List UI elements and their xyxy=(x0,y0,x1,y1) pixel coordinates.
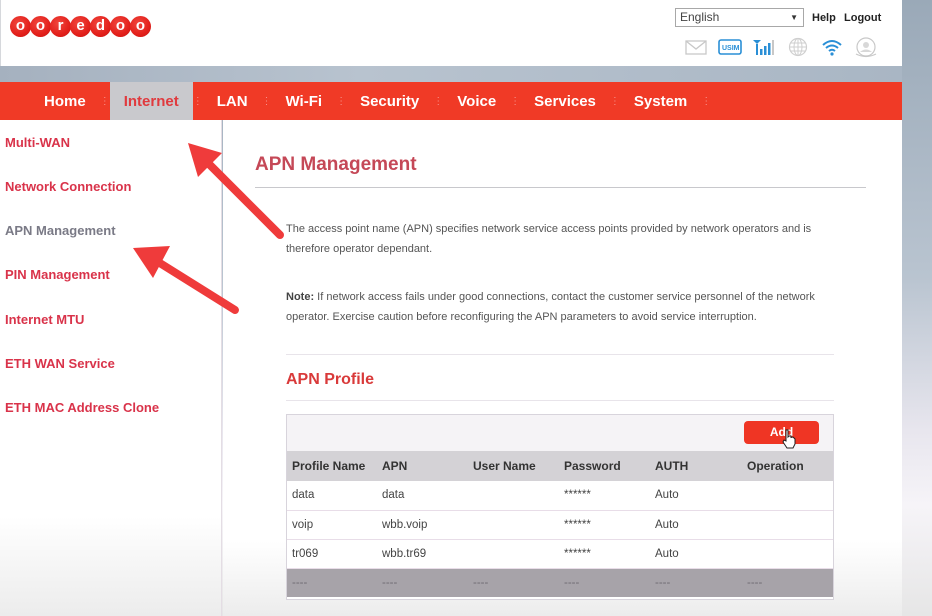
table-row: voip wbb.voip ****** Auto xyxy=(287,510,833,540)
nav-separator: ⋮ xyxy=(433,95,444,107)
table-cell xyxy=(468,539,559,569)
ooredoo-logo: ooredoo xyxy=(10,16,151,37)
usim-icon[interactable]: USIM xyxy=(713,36,747,58)
table-cell: voip xyxy=(287,510,377,540)
nav-separator: ⋮ xyxy=(510,95,521,107)
mail-icon[interactable] xyxy=(679,36,713,58)
table-cell xyxy=(742,510,833,540)
table-cell: wbb.voip xyxy=(377,510,468,540)
logout-link[interactable]: Logout xyxy=(844,12,881,24)
note-body: If network access fails under good conne… xyxy=(286,291,815,323)
logo-letter: o xyxy=(130,16,151,37)
logo-letter: o xyxy=(30,16,51,37)
table-body: data data ****** Auto voip wbb.voip ****** Auto… xyxy=(287,481,833,597)
column-header-profile-name: Profile Name xyxy=(287,451,377,481)
main-nav: Home ⋮ Internet ⋮ LAN ⋮ Wi-Fi ⋮ Security ⋮ Voice ⋮ S… xyxy=(0,82,902,120)
table-cell: Auto xyxy=(650,481,742,511)
sidebar-item-network-connection[interactable]: Network Connection xyxy=(5,179,131,194)
table-row-empty: ---- ---- ---- ---- ---- ---- xyxy=(287,568,833,597)
column-header-user-name: User Name xyxy=(468,451,559,481)
nav-tab-wi-fi[interactable]: Wi-Fi xyxy=(272,82,337,120)
nav-tab-security[interactable]: Security xyxy=(346,82,433,120)
main-content: APN Management The access point name (AP… xyxy=(223,120,902,616)
router-admin-page: ooredoo English ▼ Help Logout USIM Home … xyxy=(0,0,902,616)
globe-icon[interactable] xyxy=(781,36,815,58)
sidebar-item-pin-management[interactable]: PIN Management xyxy=(5,267,110,282)
note-text: Note: If network access fails under good… xyxy=(286,287,846,327)
status-icons: USIM xyxy=(679,36,883,58)
table-cell: Auto xyxy=(650,510,742,540)
table-cell xyxy=(742,539,833,569)
table-cell: ---- xyxy=(468,568,559,597)
table-cell: ---- xyxy=(742,568,833,597)
table-cell: wbb.tr69 xyxy=(377,539,468,569)
table-cell: ****** xyxy=(559,539,650,569)
sidebar-item-apn-management[interactable]: APN Management xyxy=(5,223,116,238)
user-icon[interactable] xyxy=(849,36,883,58)
table-cell: ---- xyxy=(559,568,650,597)
title-divider xyxy=(255,187,866,188)
table-cell: ---- xyxy=(650,568,742,597)
wifi-icon[interactable] xyxy=(815,36,849,58)
description-text: The access point name (APN) specifies ne… xyxy=(286,223,812,255)
hand-cursor-icon xyxy=(782,429,796,449)
table-cell: Auto xyxy=(650,539,742,569)
note-label: Note: xyxy=(286,291,315,303)
table-cell: ---- xyxy=(287,568,377,597)
apn-profile-table-container: Add Profile Name APN User Name Password AUTH… xyxy=(286,414,834,600)
nav-separator: ⋮ xyxy=(609,95,620,107)
logo-letter: o xyxy=(110,16,131,37)
table-toolbar: Add xyxy=(287,415,833,451)
section-divider xyxy=(286,400,834,401)
sidebar-item-multi-wan[interactable]: Multi-WAN xyxy=(5,135,70,150)
apn-profile-title: APN Profile xyxy=(286,371,375,388)
nav-separator: ⋮ xyxy=(99,95,110,107)
table-row: tr069 wbb.tr69 ****** Auto xyxy=(287,539,833,569)
nav-tab-lan[interactable]: LAN xyxy=(203,82,262,120)
column-header-auth: AUTH xyxy=(650,451,742,481)
sidebar-item-eth-wan-service[interactable]: ETH WAN Service xyxy=(5,356,115,371)
table-cell xyxy=(742,481,833,511)
sidebar-item-eth-mac-address-clone[interactable]: ETH MAC Address Clone xyxy=(5,400,159,415)
header-decoration xyxy=(0,66,902,82)
chevron-down-icon: ▼ xyxy=(790,13,798,22)
column-header-apn: APN xyxy=(377,451,468,481)
nav-separator: ⋮ xyxy=(336,95,347,107)
sidebar-item-internet-mtu[interactable]: Internet MTU xyxy=(5,312,84,327)
help-link[interactable]: Help xyxy=(812,12,836,24)
table-cell: data xyxy=(377,481,468,511)
table-cell: ---- xyxy=(377,568,468,597)
signal-icon[interactable] xyxy=(747,36,781,58)
nav-separator: ⋮ xyxy=(261,95,272,107)
nav-tab-services[interactable]: Services xyxy=(520,82,610,120)
logo-letter: r xyxy=(50,16,71,37)
table-cell xyxy=(468,481,559,511)
table-cell: tr069 xyxy=(287,539,377,569)
header: ooredoo English ▼ Help Logout USIM xyxy=(0,0,902,66)
logo-letter: o xyxy=(10,16,31,37)
nav-separator: ⋮ xyxy=(701,95,712,107)
nav-tab-internet[interactable]: Internet xyxy=(109,82,193,120)
table-cell: ****** xyxy=(559,510,650,540)
table-header-row: Profile Name APN User Name Password AUTH Oper… xyxy=(287,451,833,481)
apn-profile-table: Profile Name APN User Name Password AUTH Oper… xyxy=(287,451,833,597)
column-header-operation: Operation xyxy=(742,451,833,481)
table-row: data data ****** Auto xyxy=(287,481,833,511)
nav-tab-home[interactable]: Home xyxy=(30,82,100,120)
column-header-password: Password xyxy=(559,451,650,481)
logo-letter: e xyxy=(70,16,91,37)
language-selected: English xyxy=(680,10,720,24)
logo-letter: d xyxy=(90,16,111,37)
page-title: APN Management xyxy=(255,154,417,175)
table-cell: data xyxy=(287,481,377,511)
svg-text:USIM: USIM xyxy=(722,45,740,52)
table-cell xyxy=(468,510,559,540)
nav-tab-voice[interactable]: Voice xyxy=(443,82,510,120)
section-divider xyxy=(286,354,834,355)
nav-tab-system[interactable]: System xyxy=(620,82,701,120)
language-select[interactable]: English ▼ xyxy=(675,8,804,27)
nav-separator: ⋮ xyxy=(192,95,203,107)
sidebar: Multi-WAN Network Connection APN Managemen… xyxy=(0,120,222,616)
table-cell: ****** xyxy=(559,481,650,511)
